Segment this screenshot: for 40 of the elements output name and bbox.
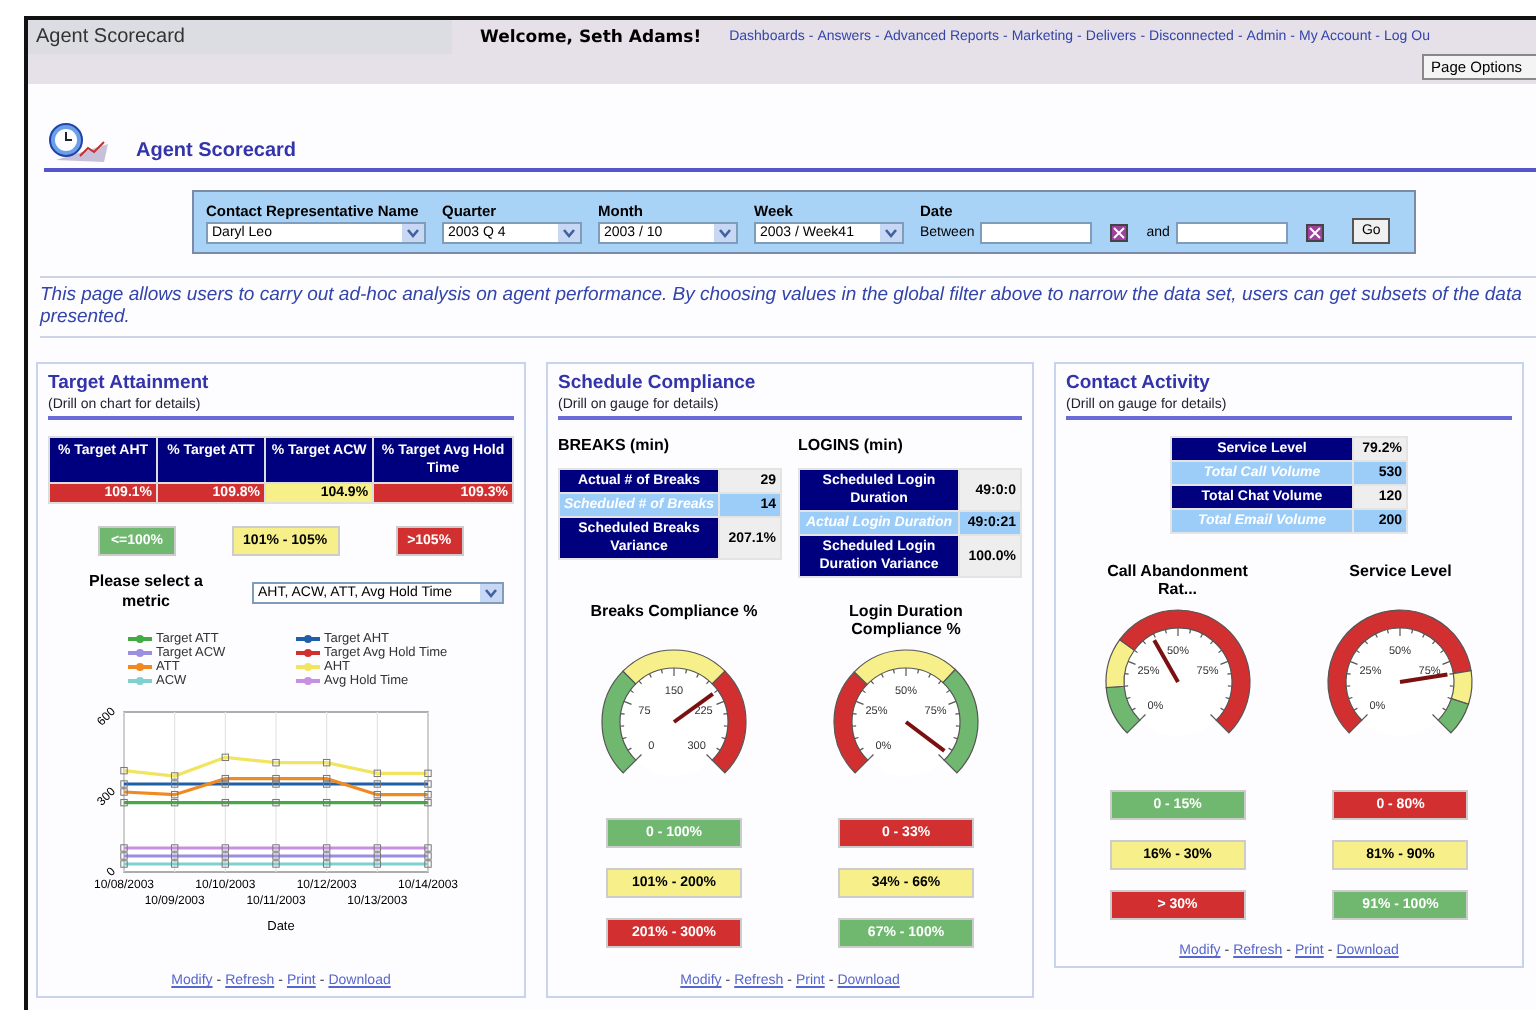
legend-swatch-icon <box>296 676 320 686</box>
panel-title: Schedule Compliance <box>558 372 758 394</box>
data-point <box>221 798 230 807</box>
date-input[interactable] <box>1175 221 1288 243</box>
data-point <box>322 758 331 767</box>
dropdown-arrow-icon <box>880 223 902 241</box>
data-point <box>272 758 280 767</box>
gauge-title: Service Level <box>1349 562 1452 584</box>
gauge-needle <box>1400 672 1449 684</box>
gauge-needle <box>672 692 714 724</box>
legend-swatch-icon <box>296 634 320 644</box>
clock-chart-icon <box>44 120 112 164</box>
legend-swatch-icon <box>128 662 152 672</box>
app-title: Agent Scorecard <box>28 20 452 54</box>
data-point <box>120 766 128 775</box>
welcome-text: Welcome, Seth Adams! <box>480 27 702 47</box>
gauge-needle <box>904 720 946 753</box>
gauge-title: Breaks Compliance % <box>590 602 758 624</box>
dropdown-arrow-icon <box>558 223 580 241</box>
page-title: Agent Scorecard <box>136 140 297 164</box>
data-point <box>322 798 331 807</box>
legend-swatch-icon <box>296 662 320 672</box>
legend-swatch-icon <box>296 648 320 658</box>
description-text: This page allows users to carry out ad-hoc analysis on agent performance. By choosing values in the global filter above to narrow the data set, users can get subsets of the data presented. <box>40 276 1536 338</box>
panel-title: Target Attainment <box>48 372 211 394</box>
metric-label: Please select a metric <box>87 572 205 612</box>
dropdown-arrow-icon <box>714 223 736 241</box>
date-input[interactable] <box>980 221 1093 243</box>
table-title: BREAKS (min) <box>558 436 670 454</box>
dropdown-arrow-icon <box>402 223 424 241</box>
panel-title: Contact Activity <box>1066 372 1212 394</box>
legend-swatch-icon <box>128 676 152 686</box>
legend-swatch-icon <box>128 634 152 644</box>
dropdown-arrow-icon <box>480 583 502 601</box>
legend-swatch-icon <box>128 648 152 658</box>
data-point <box>221 753 230 762</box>
table-title: LOGINS (min) <box>798 436 903 454</box>
data-point <box>272 798 280 807</box>
gauge-title: Call Abandonment Rat... <box>1105 562 1250 598</box>
gauge-title: Login Duration Compliance % <box>847 602 965 638</box>
